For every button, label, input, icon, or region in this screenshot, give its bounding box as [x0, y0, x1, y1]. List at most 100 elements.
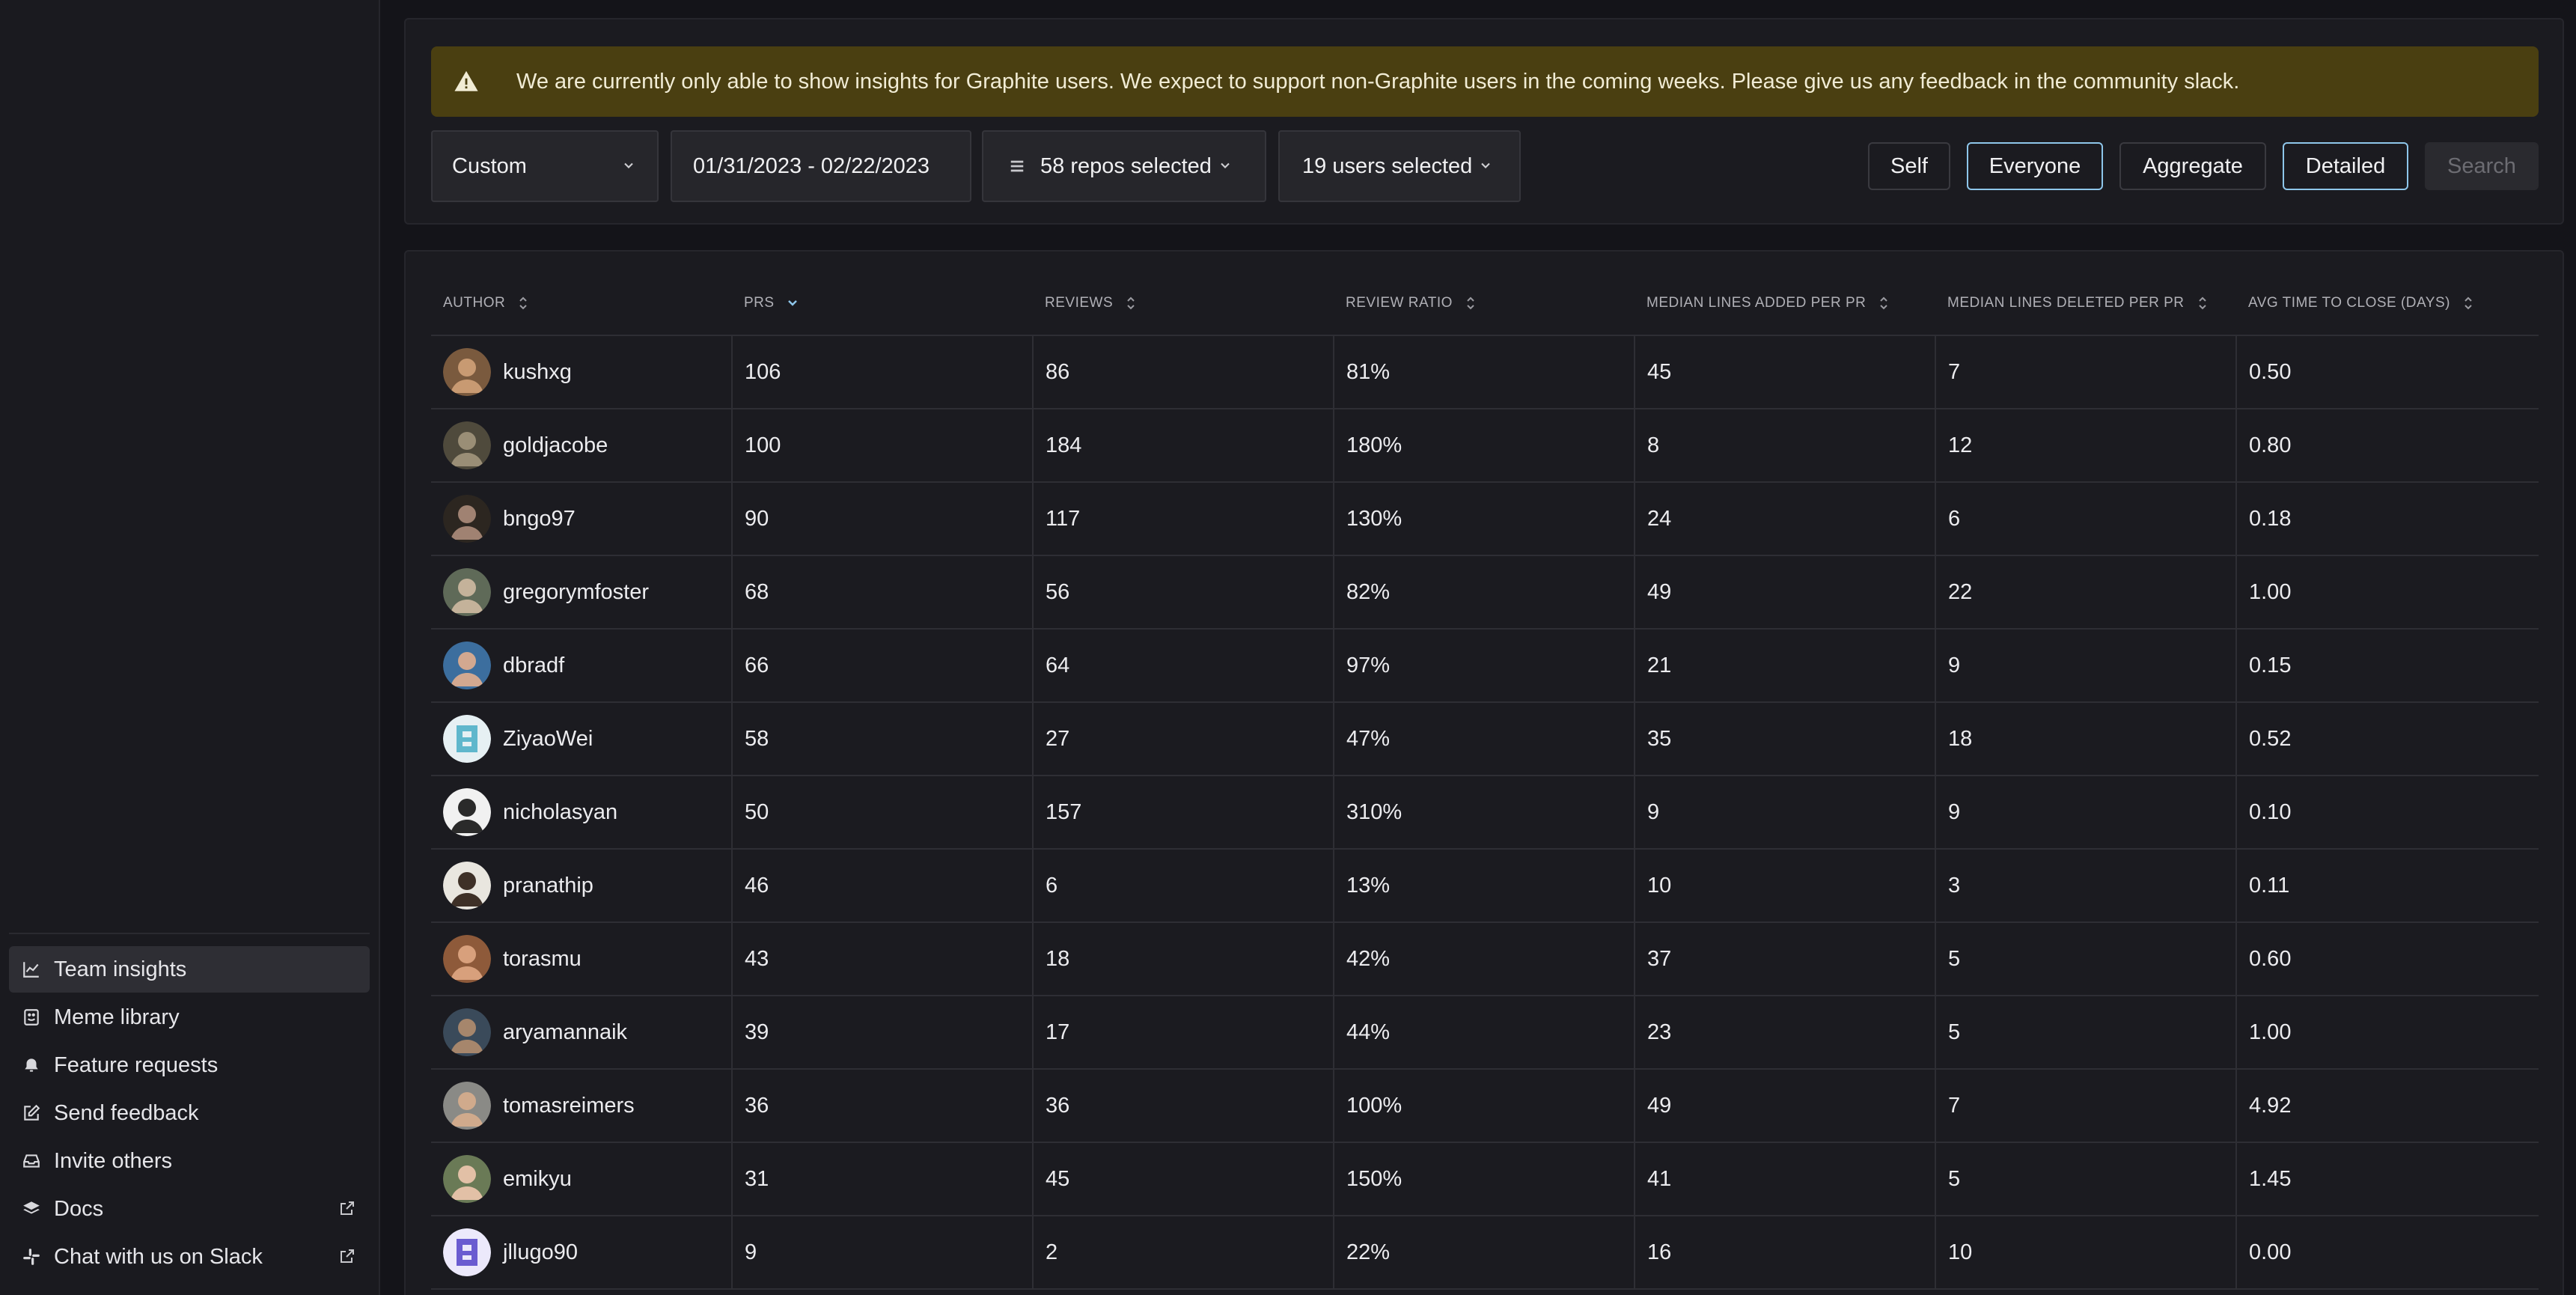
author-name[interactable]: pranathip — [503, 874, 593, 898]
table-row[interactable]: dbradf 66 64 97% 21 9 0.15 — [431, 629, 2539, 703]
sidebar-item-meme-library[interactable]: Meme library — [9, 994, 370, 1040]
table-row[interactable]: emikyu 31 45 150% 41 5 1.45 — [431, 1142, 2539, 1216]
cell-value: 0.11 — [2249, 873, 2290, 898]
cell-added: 16 — [1635, 1216, 1936, 1290]
cell-author: ZiyaoWei — [431, 702, 733, 776]
repos-select[interactable]: 58 repos selected — [982, 130, 1266, 202]
author-name[interactable]: kushxg — [503, 360, 572, 385]
self-button[interactable]: Self — [1868, 142, 1950, 190]
warning-icon — [454, 69, 479, 94]
cell-prs: 50 — [732, 776, 1034, 850]
table-row[interactable]: jllugo90 9 2 22% 16 10 0.00 — [431, 1216, 2539, 1290]
sidebar-item-send-feedback[interactable]: Send feedback — [9, 1090, 370, 1136]
cell-value: 0.52 — [2249, 726, 2292, 751]
cell-value: 7 — [1948, 359, 1961, 384]
avatar — [443, 715, 491, 763]
table-row[interactable]: bngo97 90 117 130% 24 6 0.18 — [431, 482, 2539, 556]
cell-value: 81% — [1346, 359, 1391, 384]
external-link-icon — [338, 1247, 358, 1267]
column-header-author[interactable]: AUTHOR — [431, 272, 732, 336]
sidebar-item-feature-requests[interactable]: Feature requests — [9, 1042, 370, 1088]
cell-value: 4.92 — [2249, 1093, 2292, 1118]
author-cell: aryamannaik — [443, 1008, 731, 1056]
cell-prs: 39 — [732, 996, 1034, 1070]
detailed-button[interactable]: Detailed — [2283, 142, 2408, 190]
sidebar-item-invite-others[interactable]: Invite others — [9, 1138, 370, 1184]
table-row[interactable]: nicholasyan 50 157 310% 9 9 0.10 — [431, 776, 2539, 850]
cell-value: 5 — [1948, 1166, 1961, 1191]
author-name[interactable]: dbradf — [503, 653, 564, 678]
table-row[interactable]: goldjacobe 100 184 180% 8 12 0.80 — [431, 409, 2539, 483]
avatar — [443, 1155, 491, 1203]
cell-time: 0.18 — [2236, 482, 2539, 556]
column-header-prs[interactable]: PRS — [732, 272, 1033, 336]
cell-value: 5 — [1948, 1020, 1961, 1044]
column-header-reviews[interactable]: REVIEWS — [1033, 272, 1334, 336]
users-select[interactable]: 19 users selected — [1278, 130, 1521, 202]
range-select[interactable]: Custom — [431, 130, 659, 202]
cell-deleted: 6 — [1935, 482, 2237, 556]
cell-value: 180% — [1346, 433, 1403, 457]
cell-value: 42% — [1346, 946, 1391, 971]
cell-reviews: 6 — [1033, 849, 1334, 923]
author-name[interactable]: bngo97 — [503, 507, 576, 531]
table-row[interactable]: torasmu 43 18 42% 37 5 0.60 — [431, 922, 2539, 996]
cell-value: 90 — [745, 506, 769, 531]
author-name[interactable]: goldjacobe — [503, 433, 608, 458]
column-header-added[interactable]: MEDIAN LINES ADDED PER PR — [1635, 272, 1935, 336]
cell-ratio: 150% — [1334, 1142, 1635, 1216]
cell-value: 100% — [1346, 1093, 1403, 1118]
range-select-value: Custom — [452, 153, 527, 178]
cell-value: 45 — [1647, 359, 1672, 384]
table-row[interactable]: tomasreimers 36 36 100% 49 7 4.92 — [431, 1069, 2539, 1143]
cell-prs: 46 — [732, 849, 1034, 923]
search-button[interactable]: Search — [2425, 142, 2539, 190]
cell-value: 56 — [1046, 579, 1070, 604]
column-header-deleted[interactable]: MEDIAN LINES DELETED PER PR — [1935, 272, 2236, 336]
column-header-label: AVG TIME TO CLOSE (DAYS) — [2248, 295, 2450, 311]
cell-author: tomasreimers — [431, 1069, 733, 1143]
table-row[interactable]: kushxg 106 86 81% 45 7 0.50 — [431, 335, 2539, 409]
column-header-ratio[interactable]: REVIEW RATIO — [1334, 272, 1635, 336]
author-name[interactable]: tomasreimers — [503, 1094, 635, 1118]
author-name[interactable]: gregorymfoster — [503, 580, 649, 605]
author-cell: bngo97 — [443, 495, 731, 543]
column-header-time[interactable]: AVG TIME TO CLOSE (DAYS) — [2236, 272, 2539, 336]
column-header-label: MEDIAN LINES ADDED PER PR — [1646, 295, 1867, 311]
sort-icon — [517, 295, 529, 311]
table-row[interactable]: gregorymfoster 68 56 82% 49 22 1.00 — [431, 555, 2539, 630]
cell-value: 37 — [1647, 946, 1672, 971]
date-range-picker[interactable]: 01/31/2023 - 02/22/2023 — [671, 130, 971, 202]
author-name[interactable]: nicholasyan — [503, 800, 617, 825]
cell-value: 41 — [1647, 1166, 1672, 1191]
cell-value: 50 — [745, 799, 769, 824]
table-row[interactable]: pranathip 46 6 13% 10 3 0.11 — [431, 849, 2539, 923]
author-cell: tomasreimers — [443, 1082, 731, 1130]
author-name[interactable]: jllugo90 — [503, 1240, 578, 1265]
sidebar-item-team-insights[interactable]: Team insights — [9, 946, 370, 993]
cell-value: 82% — [1346, 579, 1391, 604]
sort-icon — [1878, 295, 1890, 311]
cell-deleted: 12 — [1935, 409, 2237, 483]
cell-value: 9 — [1948, 799, 1961, 824]
avatar — [443, 1082, 491, 1130]
author-name[interactable]: aryamannaik — [503, 1020, 627, 1045]
table-row[interactable]: aryamannaik 39 17 44% 23 5 1.00 — [431, 996, 2539, 1070]
chevron-down-icon — [1218, 158, 1234, 174]
author-name[interactable]: torasmu — [503, 947, 582, 972]
cell-value: 68 — [745, 579, 769, 604]
everyone-button[interactable]: Everyone — [1967, 142, 2103, 190]
table-body: kushxg 106 86 81% 45 7 0.50 goldjacobe 100 184 180… — [431, 335, 2539, 1290]
cell-prs: 58 — [732, 702, 1034, 776]
cell-value: 150% — [1346, 1166, 1403, 1191]
cell-deleted: 9 — [1935, 629, 2237, 703]
table-row[interactable]: ZiyaoWei 58 27 47% 35 18 0.52 — [431, 702, 2539, 776]
author-name[interactable]: emikyu — [503, 1167, 572, 1192]
author-name[interactable]: ZiyaoWei — [503, 727, 593, 752]
sidebar-item-docs[interactable]: Docs — [9, 1186, 370, 1232]
cell-added: 41 — [1635, 1142, 1936, 1216]
cell-ratio: 82% — [1334, 555, 1635, 630]
aggregate-button[interactable]: Aggregate — [2119, 142, 2266, 190]
sidebar-item-slack[interactable]: Chat with us on Slack — [9, 1234, 370, 1280]
cell-value: 117 — [1046, 506, 1081, 531]
